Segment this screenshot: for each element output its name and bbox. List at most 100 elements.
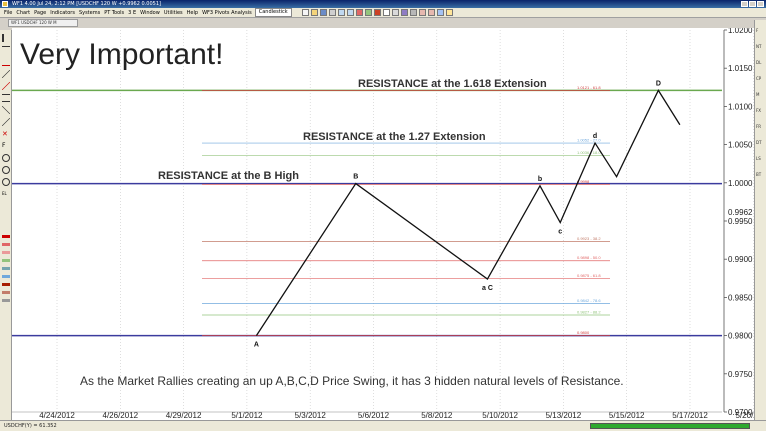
line-tool-icon[interactable] <box>2 46 10 54</box>
y-tick-label: 1.0150 <box>728 64 753 73</box>
color-swatch-brown-icon[interactable] <box>2 291 10 294</box>
right-tool-5[interactable]: M <box>756 92 759 97</box>
resistance-127-label: RESISTANCE at the 1.27 Extension <box>303 131 486 143</box>
y-tick-label: 1.0000 <box>728 179 753 188</box>
fib-level-label: 0.9898 - 50.0 <box>577 255 601 260</box>
right-tool-7[interactable]: FR <box>756 124 761 129</box>
menu-page[interactable]: Page <box>32 10 48 16</box>
x-tick-label: 5/10/2012 <box>482 411 518 420</box>
print-icon[interactable] <box>328 9 336 16</box>
x-tick-label: 5/13/2012 <box>546 411 582 420</box>
zoom-in-icon[interactable] <box>337 9 345 16</box>
color-icon[interactable] <box>400 9 408 16</box>
menu-utilities[interactable]: Utilities <box>162 10 185 16</box>
chart-document-tab[interactable]: WF1 USDCHF 120 W M <box>8 19 78 27</box>
color-swatch-rose-icon[interactable] <box>2 251 10 254</box>
chart-caption: As the Market Rallies creating an up A,B… <box>80 374 624 388</box>
right-tool-8[interactable]: DT <box>756 140 762 145</box>
minimize-button[interactable] <box>741 1 748 7</box>
menu-pt-tools[interactable]: PT Tools <box>102 10 126 16</box>
menu-chart[interactable]: Chart <box>14 10 32 16</box>
menu-indicators[interactable]: Indicators <box>48 10 77 16</box>
cycle-tool-icon[interactable] <box>2 178 10 186</box>
crosshair-icon[interactable] <box>382 9 390 16</box>
x-tick-label: 5/8/2012 <box>421 411 453 420</box>
pitchfork-icon[interactable] <box>2 118 10 126</box>
right-tool-9[interactable]: LS <box>756 156 761 161</box>
candlestick-icon[interactable] <box>373 9 381 16</box>
settings-icon[interactable] <box>409 9 417 16</box>
text-tool-icon[interactable]: F <box>2 142 10 150</box>
delete-icon[interactable]: ✕ <box>2 130 10 138</box>
y-tick-label: 0.9950 <box>728 217 753 226</box>
ellipse-tool-icon[interactable] <box>2 166 10 174</box>
save-icon[interactable] <box>319 9 327 16</box>
swing-point-label: b <box>538 176 542 183</box>
color-swatch-teal-icon[interactable] <box>2 267 10 270</box>
right-tool-2[interactable]: NT <box>756 44 761 49</box>
grid-icon[interactable] <box>391 9 399 16</box>
menu-help[interactable]: Help <box>185 10 200 16</box>
menu-systems[interactable]: Systems <box>77 10 102 16</box>
app-icon <box>2 1 8 7</box>
right-tool-1[interactable]: F <box>756 28 758 33</box>
line-chart-icon[interactable] <box>364 9 372 16</box>
resistance-1618-label: RESISTANCE at the 1.618 Extension <box>358 78 547 90</box>
zoom-out-icon[interactable] <box>346 9 354 16</box>
color-swatch-green-icon[interactable] <box>2 259 10 262</box>
color-swatch-red-icon[interactable] <box>2 235 10 238</box>
tab-candlestick[interactable]: Candlestick <box>254 8 292 17</box>
trading-app-window: WF1 4.00 Jul 24, 2:12 PM [USDCHF 120 W +… <box>0 0 766 431</box>
current-price-label: 0.9962 <box>728 208 753 217</box>
y-tick-label: 0.9700 <box>728 408 753 417</box>
circle-tool-icon[interactable] <box>2 154 10 162</box>
right-tool-4[interactable]: CP <box>756 76 761 81</box>
right-tool-6[interactable]: FX <box>756 108 761 113</box>
color-swatch-blue-icon[interactable] <box>2 275 10 278</box>
help-icon[interactable] <box>445 9 453 16</box>
swing-point-label: c <box>558 229 562 236</box>
trendline-icon[interactable] <box>2 70 10 78</box>
y-tick-label: 0.9800 <box>728 332 753 341</box>
bar-chart-icon[interactable] <box>355 9 363 16</box>
arrow-right-icon[interactable] <box>427 9 435 16</box>
fib-level-label: 0.9875 - 61.8 <box>577 273 601 278</box>
color-swatch-pink-icon[interactable] <box>2 243 10 246</box>
y-tick-label: 0.9850 <box>728 293 753 302</box>
menu-3e[interactable]: 3 E <box>126 10 138 16</box>
fib-level-label: 0.9800 <box>577 330 590 335</box>
y-tick-label: 1.0200 <box>728 28 753 35</box>
fib-level-label: 0.9827 - 88.2 <box>577 309 601 314</box>
title-bar: WF1 4.00 Jul 24, 2:12 PM [USDCHF 120 W +… <box>0 0 766 8</box>
menu-file[interactable]: File <box>2 10 14 16</box>
status-progress-bar <box>590 423 750 429</box>
color-swatch-maroon-icon[interactable] <box>2 283 10 286</box>
refresh-icon[interactable] <box>436 9 444 16</box>
menu-pivots-analysis[interactable]: WF3 Pivots Analysis <box>200 10 254 16</box>
x-tick-label: 4/26/2012 <box>103 411 139 420</box>
new-chart-icon[interactable] <box>301 9 309 16</box>
fib-level-label: 1.0052 - 27.0 <box>577 138 601 143</box>
x-tick-label: 4/29/2012 <box>166 411 202 420</box>
close-button[interactable] <box>757 1 764 7</box>
status-readout: USDCHF(Y) = 61.352 <box>4 423 57 429</box>
maximize-button[interactable] <box>749 1 756 7</box>
label-tool-icon[interactable]: EL <box>2 190 10 198</box>
pointer-icon[interactable] <box>2 34 10 42</box>
ray-tool-icon[interactable] <box>2 58 10 66</box>
right-toolbar: F NT DL CP M FX FR DT LS BT <box>754 20 766 420</box>
swing-point-label: d <box>593 133 597 140</box>
fib-level-label: 0.9923 - 38.2 <box>577 236 601 241</box>
arrow-left-icon[interactable] <box>418 9 426 16</box>
color-swatch-grey-icon[interactable] <box>2 299 10 302</box>
right-tool-3[interactable]: DL <box>756 60 761 65</box>
fib-tool-icon[interactable] <box>2 94 10 102</box>
right-tool-10[interactable]: BT <box>756 172 761 177</box>
chart-headline: Very Important! <box>20 38 224 71</box>
channel-icon[interactable] <box>2 82 10 90</box>
open-icon[interactable] <box>310 9 318 16</box>
menu-window[interactable]: Window <box>138 10 162 16</box>
swing-point-label: B <box>353 174 358 181</box>
arrow-tool-icon[interactable] <box>2 106 10 114</box>
y-tick-label: 0.9900 <box>728 255 753 264</box>
